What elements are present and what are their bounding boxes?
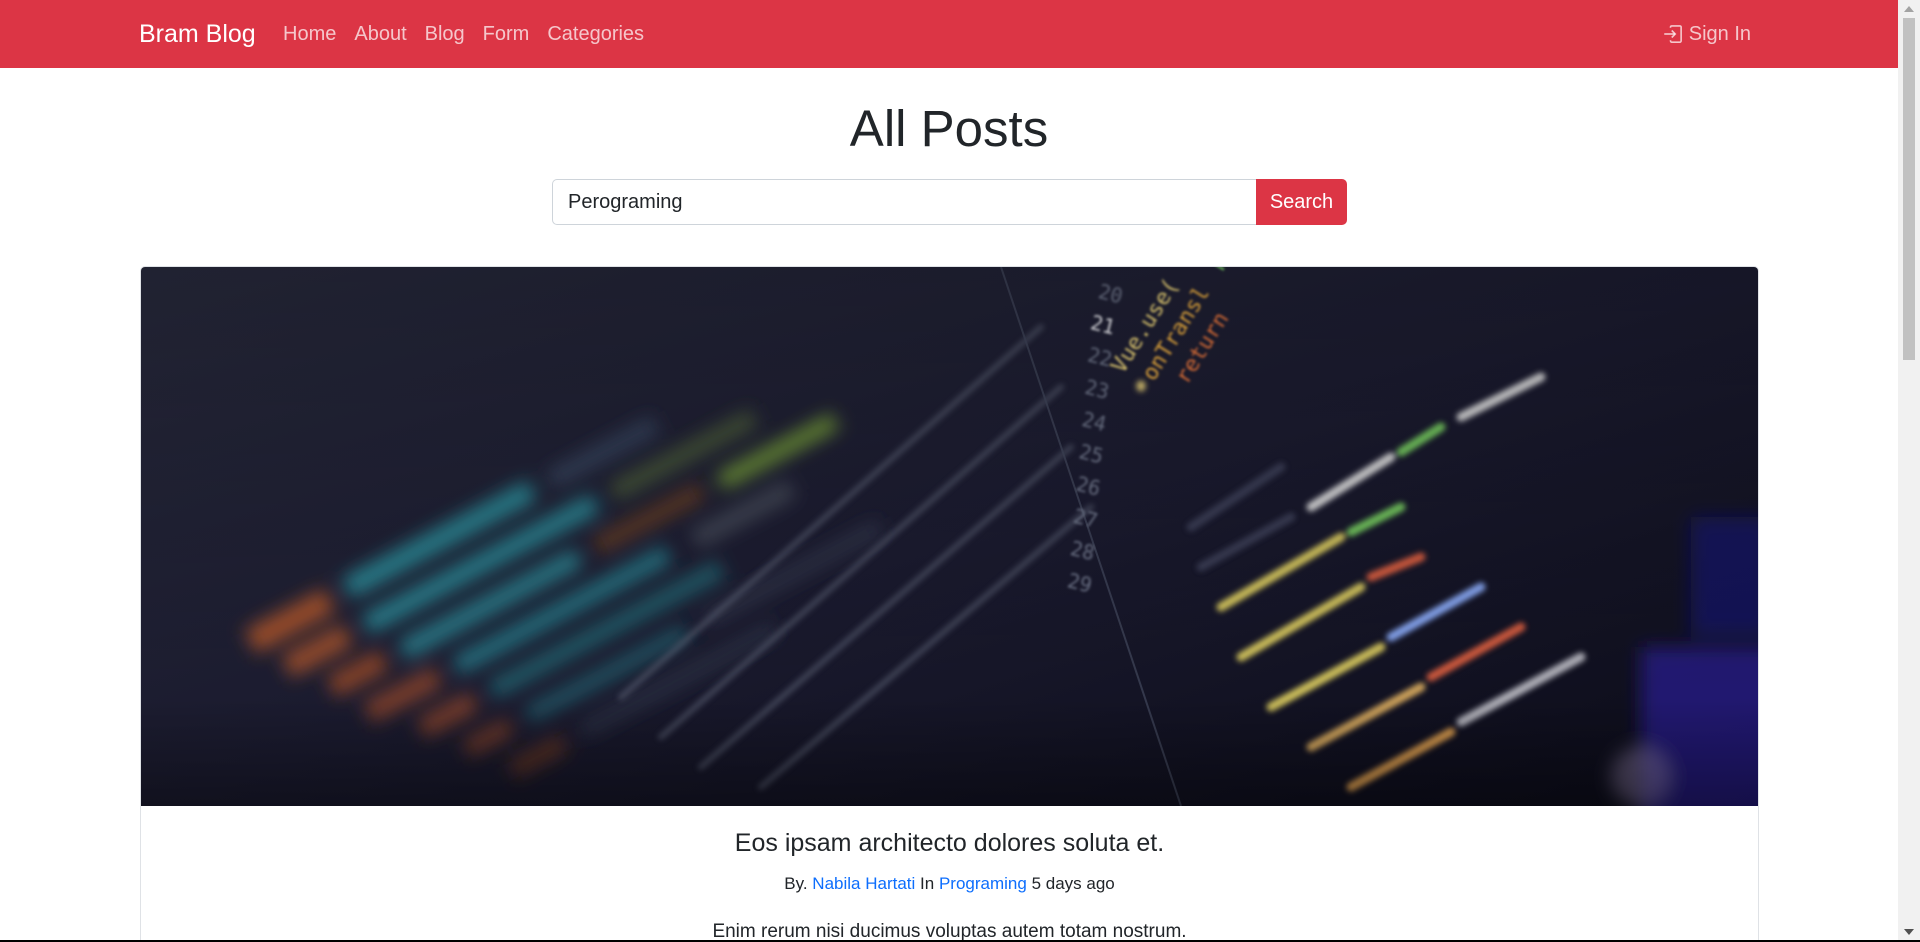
post-image[interactable]: 20 21 22 23 24 25 26 27 28 29 Vue.use( o… — [141, 267, 1758, 806]
post-card: 20 21 22 23 24 25 26 27 28 29 Vue.use( o… — [140, 266, 1759, 940]
nav-link-blog[interactable]: Blog — [425, 21, 475, 47]
sign-in-label: Sign In — [1688, 23, 1751, 45]
nav-link-home[interactable]: Home — [283, 21, 346, 47]
nav-link-categories[interactable]: Categories — [547, 21, 654, 47]
post-title[interactable]: Eos ipsam architecto dolores soluta et. — [141, 827, 1758, 859]
meta-in-label: In — [920, 874, 935, 893]
search-form: Search — [552, 179, 1347, 225]
nav-links: Home About Blog Form Categories — [283, 21, 662, 47]
navbar: Bram Blog Home About Blog Form Categorie… — [0, 0, 1898, 68]
sign-in-link[interactable]: Sign In — [1663, 21, 1751, 47]
search-button[interactable]: Search — [1256, 179, 1347, 225]
post-time: 5 days ago — [1031, 874, 1115, 893]
category-link[interactable]: Programing — [939, 874, 1027, 893]
search-input[interactable] — [552, 179, 1256, 225]
brand-logo[interactable]: Bram Blog — [139, 19, 256, 49]
nav-link-about[interactable]: About — [354, 21, 416, 47]
sign-in-icon — [1663, 24, 1683, 44]
post-meta: By. Nabila Hartati In Programing 5 days … — [141, 872, 1758, 896]
scroll-up-arrow-icon[interactable] — [1898, 0, 1920, 17]
nav-link-form[interactable]: Form — [483, 21, 540, 47]
post-excerpt: Enim rerum nisi ducimus voluptas autem t… — [712, 921, 1187, 940]
meta-by-label: By. — [784, 874, 808, 893]
browser-viewport: Bram Blog Home About Blog Form Categorie… — [0, 0, 1898, 940]
scrollbar-thumb[interactable] — [1903, 18, 1915, 360]
page-title: All Posts — [849, 100, 1049, 157]
author-link[interactable]: Nabila Hartati — [812, 874, 915, 893]
vertical-scrollbar[interactable] — [1898, 0, 1920, 940]
scroll-down-arrow-icon[interactable] — [1898, 923, 1920, 940]
